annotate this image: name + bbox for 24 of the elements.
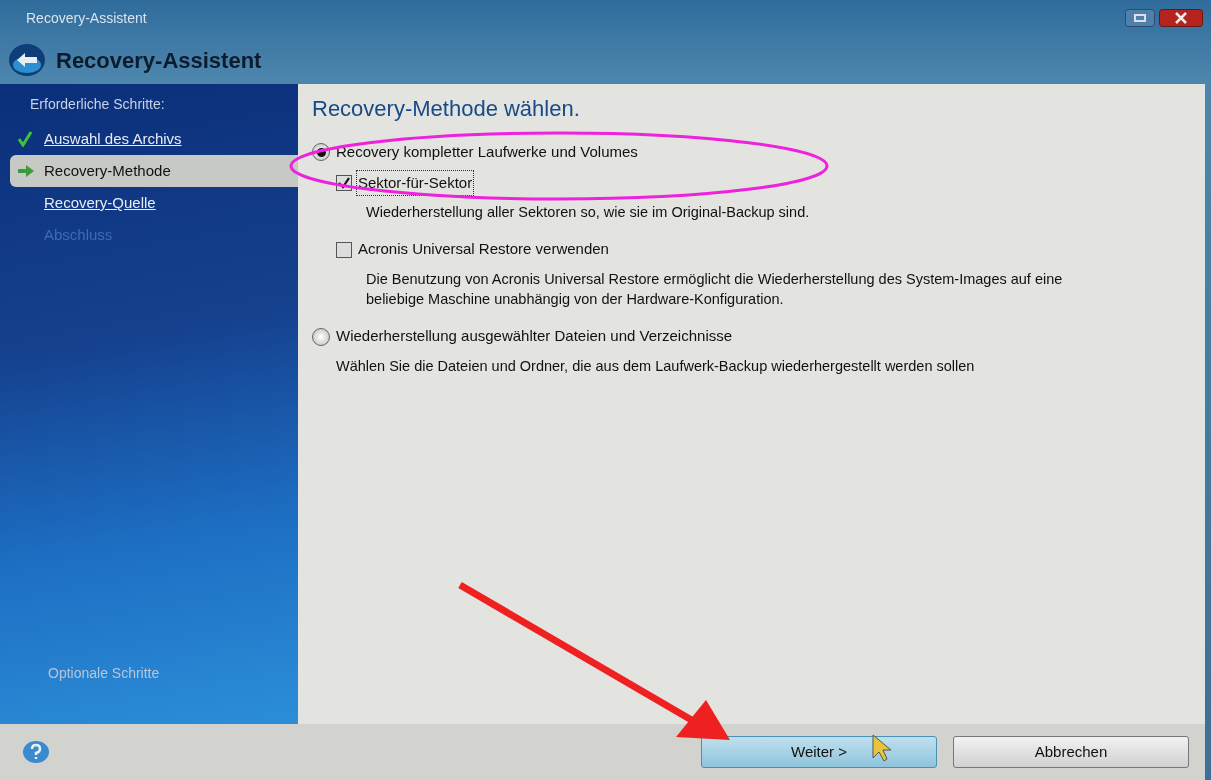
option-description: Wiederherstellung aller Sektoren so, wie sie im Original-Backup sind. bbox=[365, 203, 811, 222]
option-description: Wählen Sie die Dateien und Ordner, die aus dem Laufwerk-Backup wiederhergestellt werden sollen bbox=[335, 356, 976, 376]
window-title: Recovery-Assistent bbox=[26, 8, 147, 28]
next-button[interactable]: Weiter > bbox=[701, 736, 937, 768]
wizard-heading: Recovery-Assistent bbox=[56, 46, 262, 75]
minimize-icon[interactable] bbox=[1125, 9, 1155, 27]
option-label[interactable]: Wiederherstellung ausgewählter Dateien und Verzeichnisse bbox=[336, 325, 733, 348]
help-icon[interactable] bbox=[22, 740, 50, 764]
arrow-right-icon bbox=[18, 165, 34, 177]
option-label[interactable]: Recovery kompletter Laufwerke und Volumes bbox=[336, 141, 638, 164]
step-link[interactable]: Recovery-Quelle bbox=[44, 191, 156, 215]
close-icon[interactable] bbox=[1159, 9, 1203, 27]
cancel-button[interactable]: Abbrechen bbox=[953, 736, 1189, 768]
checkbox[interactable] bbox=[336, 241, 352, 258]
page-title: Recovery-Methode wählen. bbox=[312, 95, 581, 123]
step-link[interactable]: Auswahl des Archivs bbox=[44, 127, 182, 151]
radio-button[interactable] bbox=[312, 327, 330, 346]
checkmark-icon bbox=[18, 131, 32, 147]
optional-steps-heading: Optionale Schritte bbox=[47, 664, 161, 683]
mouse-cursor-icon bbox=[872, 734, 892, 762]
option-description: Die Benutzung von Acronis Universal Restore ermöglicht die Wiederherstellung des System-Images auf eine beliebige Maschine unabhängig von der Hardware-Konfiguration. bbox=[365, 269, 1064, 310]
option-label[interactable]: Acronis Universal Restore verwenden bbox=[358, 238, 609, 261]
option-label[interactable]: Sektor-für-Sektor bbox=[358, 171, 473, 194]
steps-heading: Erforderliche Schritte: bbox=[29, 95, 166, 114]
